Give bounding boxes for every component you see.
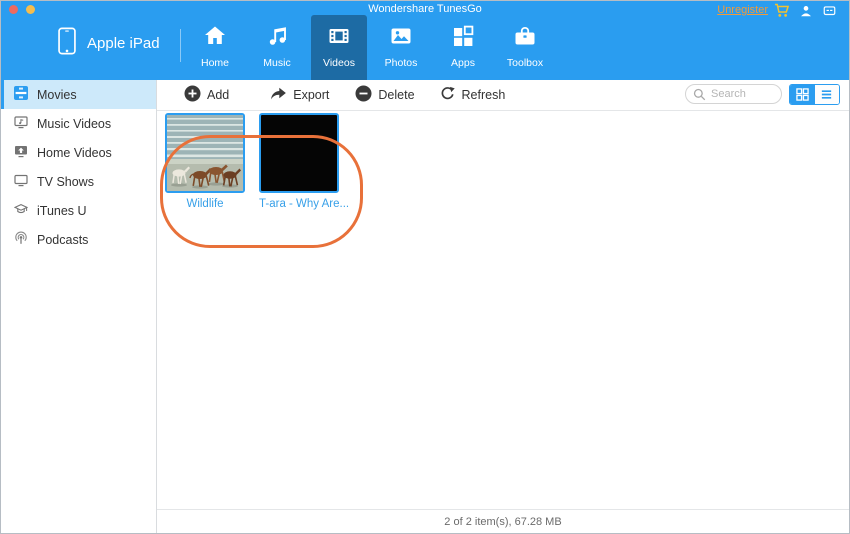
add-button-label: Add — [207, 88, 230, 102]
sidebar-item-label: Home Videos — [37, 145, 112, 160]
tab-label: Toolbox — [506, 57, 544, 69]
export-icon — [269, 85, 287, 105]
refresh-icon — [439, 85, 456, 105]
toolbox-icon — [512, 24, 538, 53]
sidebar-item-label: TV Shows — [37, 174, 94, 189]
header: Wondershare TunesGo Unregister Apple iPa… — [1, 1, 849, 80]
sidebar: Movies Music Videos Home Videos TV Shows — [1, 80, 157, 533]
sidebar-item-movies[interactable]: Movies — [1, 80, 156, 109]
video-item-tara[interactable]: T-ara - Why Are... — [259, 113, 350, 509]
sidebar-item-label: Music Videos — [37, 116, 112, 131]
device-name: Apple iPad — [87, 35, 160, 52]
cart-icon[interactable] — [774, 3, 790, 23]
video-title: T-ara - Why Are... — [259, 198, 350, 210]
video-thumbnail[interactable] — [165, 113, 245, 193]
grid-view-button[interactable] — [790, 85, 815, 104]
tab-label: Photos — [384, 57, 418, 69]
tab-toolbox[interactable]: Toolbox — [497, 15, 553, 80]
export-button-label: Export — [293, 88, 330, 102]
delete-button[interactable]: Delete — [355, 85, 415, 105]
tunesgo-window: Wondershare TunesGo Unregister Apple iPa… — [0, 0, 850, 534]
video-item-wildlife[interactable]: Wildlife — [165, 113, 245, 509]
apps-icon — [451, 24, 475, 53]
home-icon — [202, 24, 228, 53]
podcasts-icon — [14, 231, 28, 248]
sidebar-item-itunes-u[interactable]: iTunes U — [1, 196, 156, 225]
video-grid: Wildlife T-ara - Why Are... — [157, 111, 849, 509]
tab-label: Apps — [451, 57, 475, 69]
music-videos-icon — [14, 115, 28, 132]
refresh-button[interactable]: Refresh — [439, 85, 506, 105]
videos-icon — [326, 24, 352, 53]
search-icon — [693, 88, 706, 101]
photos-icon — [388, 24, 414, 53]
search-box — [685, 84, 782, 104]
feedback-icon[interactable] — [822, 4, 837, 23]
refresh-button-label: Refresh — [461, 88, 506, 102]
tab-music[interactable]: Music — [249, 15, 305, 80]
tab-videos[interactable]: Videos — [311, 15, 367, 80]
tab-label: Videos — [323, 57, 355, 69]
toolbar: Add Export Delete Refresh Search — [157, 80, 849, 111]
delete-icon — [355, 85, 372, 105]
status-bar: 2 of 2 item(s), 67.28 MB — [157, 509, 849, 533]
sidebar-item-label: Podcasts — [37, 232, 89, 247]
video-thumbnail[interactable] — [259, 113, 339, 193]
main-panel: Add Export Delete Refresh Search Wildlif… — [157, 80, 849, 533]
sidebar-item-label: iTunes U — [37, 203, 87, 218]
music-icon — [265, 24, 289, 53]
list-view-icon — [822, 90, 832, 99]
view-toggle — [789, 84, 840, 105]
export-button[interactable]: Export — [269, 85, 329, 105]
unregister-link[interactable]: Unregister — [717, 4, 768, 16]
ipad-icon — [57, 27, 77, 60]
tab-apps[interactable]: Apps — [435, 15, 491, 80]
itunes-u-icon — [13, 202, 29, 219]
sidebar-item-tv-shows[interactable]: TV Shows — [1, 167, 156, 196]
tab-label: Music — [263, 57, 291, 69]
sidebar-item-home-videos[interactable]: Home Videos — [1, 138, 156, 167]
delete-button-label: Delete — [378, 88, 415, 102]
account-icon[interactable] — [799, 4, 813, 23]
grid-view-icon — [796, 88, 809, 101]
tv-shows-icon — [14, 173, 28, 190]
sidebar-item-podcasts[interactable]: Podcasts — [1, 225, 156, 254]
video-title: Wildlife — [186, 198, 224, 210]
add-icon — [184, 85, 201, 105]
add-button[interactable]: Add — [184, 85, 229, 105]
list-view-button[interactable] — [814, 85, 839, 104]
tab-label: Home — [200, 57, 229, 69]
home-videos-icon — [14, 144, 28, 161]
header-divider — [180, 29, 181, 62]
status-text: 2 of 2 item(s), 67.28 MB — [444, 515, 562, 528]
tab-photos[interactable]: Photos — [373, 15, 429, 80]
movies-icon — [14, 86, 28, 103]
tab-home[interactable]: Home — [187, 15, 243, 80]
device-info: Apple iPad — [57, 27, 160, 60]
sidebar-item-music-videos[interactable]: Music Videos — [1, 109, 156, 138]
sidebar-item-label: Movies — [37, 87, 77, 102]
nav-tabs: Home Music Videos Photos Apps Toolbox — [187, 15, 559, 80]
